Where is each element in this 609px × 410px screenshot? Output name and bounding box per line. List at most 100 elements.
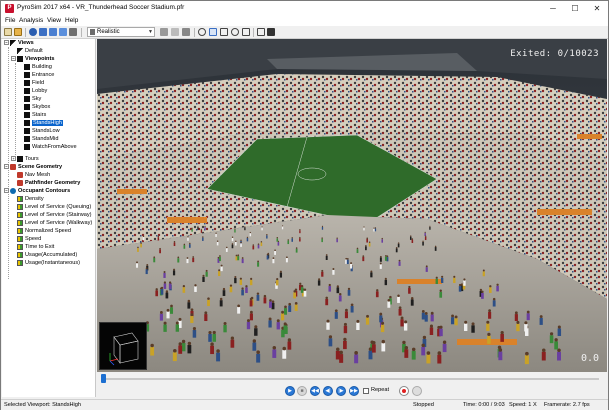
agent-head: [175, 321, 179, 325]
tree-contour-item[interactable]: Speed: [17, 235, 41, 243]
agent-body: [321, 238, 323, 243]
agent-body: [424, 236, 427, 241]
play-button[interactable]: ▶: [285, 386, 295, 396]
agent-head: [157, 235, 160, 238]
collapse-icon[interactable]: −: [4, 164, 9, 170]
tree-contour-item[interactable]: Level of Service (Walkway): [17, 219, 92, 227]
orbit-icon[interactable]: [198, 28, 206, 36]
tree-viewpoints[interactable]: − Viewpoints: [11, 55, 54, 63]
agent-body: [375, 291, 379, 298]
agent-head: [269, 299, 272, 302]
tree-tours[interactable]: + Tours: [11, 155, 39, 163]
collapse-icon[interactable]: −: [4, 188, 9, 194]
tree-contour-item[interactable]: Usage(Accumulated): [17, 251, 77, 259]
agent-head: [256, 292, 260, 295]
menu-analysis[interactable]: Analysis: [19, 17, 43, 24]
agent-head: [266, 253, 269, 256]
tree-pathfinder-geometry[interactable]: Pathfinder Geometry: [17, 179, 80, 187]
outline-toggle-icon[interactable]: [182, 28, 190, 36]
agent-head: [379, 262, 382, 265]
agent-head: [137, 246, 139, 249]
agent-body: [458, 286, 462, 292]
timeline-slider[interactable]: [103, 378, 599, 380]
maximize-button[interactable]: ☐: [564, 1, 586, 16]
agent-head: [356, 247, 359, 250]
agent-head: [155, 288, 158, 291]
agent-head: [163, 281, 167, 284]
rewind-button[interactable]: ◀◀: [310, 386, 320, 396]
tree-viewpoint-field[interactable]: Field: [24, 79, 44, 87]
tree-contour-item[interactable]: Usage(Instantaneous): [17, 259, 80, 267]
camera-icon[interactable]: [267, 28, 275, 36]
fast-forward-button[interactable]: ▶▶: [349, 386, 359, 396]
agent-body: [356, 249, 359, 254]
minimize-button[interactable]: ─: [542, 1, 564, 16]
agent-head: [421, 309, 425, 313]
zoom-icon[interactable]: [231, 28, 239, 36]
tree-viewpoint-standsmid[interactable]: StandsMid: [24, 135, 58, 143]
tree-viewpoint-skybox[interactable]: Skybox: [24, 103, 50, 111]
3d-viewport[interactable]: Exited: 0/10023 0.0: [97, 39, 607, 372]
tree-viewpoint-watchfromabove[interactable]: WatchFromAbove: [24, 143, 77, 151]
tree-scene-geometry[interactable]: − Scene Geometry: [4, 163, 62, 171]
agent-body: [429, 327, 434, 335]
contour-icon: [17, 203, 23, 210]
new-file-icon[interactable]: [4, 28, 12, 36]
orientation-cube: [99, 322, 147, 370]
tree-viewpoint-stairs[interactable]: Stairs: [24, 111, 46, 119]
walk-mode-icon[interactable]: [29, 28, 37, 36]
geometry-toggle-icon[interactable]: [160, 28, 168, 36]
tree-viewpoint-standshigh[interactable]: StandsHigh: [24, 119, 63, 127]
tree-contour-item[interactable]: Time to Exit: [17, 243, 54, 251]
step-back-button[interactable]: ◀|: [323, 386, 333, 396]
tree-nav-mesh[interactable]: Nav Mesh: [17, 171, 50, 179]
agent-body: [215, 233, 217, 237]
render-mode-select[interactable]: Realistic ▼: [87, 27, 155, 37]
tree-contour-item[interactable]: Level of Service (Queuing): [17, 203, 91, 211]
menu-view[interactable]: View: [47, 17, 61, 24]
view-iso-icon[interactable]: [69, 28, 77, 36]
tree-contour-item[interactable]: Density: [17, 195, 44, 203]
tree-viewpoint-standslow[interactable]: StandsLow: [24, 127, 60, 135]
tree-contour-item[interactable]: Level of Service (Stairway): [17, 211, 92, 219]
open-folder-icon[interactable]: [14, 28, 22, 36]
agent-head: [464, 320, 468, 324]
menu-help[interactable]: Help: [65, 17, 78, 24]
agent-head: [163, 321, 167, 325]
record-button[interactable]: [399, 386, 409, 396]
repeat-checkbox[interactable]: [363, 388, 369, 394]
select-arrow-icon[interactable]: [209, 28, 217, 36]
tree-occupant-contours[interactable]: − Occupant Contours: [4, 187, 70, 195]
close-button[interactable]: ✕: [586, 1, 608, 16]
timeline-thumb[interactable]: [101, 374, 106, 383]
move-icon[interactable]: [257, 28, 265, 36]
agent-body: [464, 323, 468, 332]
view-top-icon[interactable]: [39, 28, 47, 36]
view-side-icon[interactable]: [59, 28, 67, 36]
agent-body: [387, 301, 391, 308]
stop-button[interactable]: ■: [297, 386, 307, 396]
agent-body: [202, 276, 205, 282]
record-options-button[interactable]: [412, 386, 422, 396]
expand-icon[interactable]: +: [11, 156, 16, 162]
wireframe-toggle-icon[interactable]: [171, 28, 179, 36]
pan-icon[interactable]: [220, 28, 228, 36]
tree-contour-item[interactable]: Normalized Speed: [17, 227, 71, 235]
agent-body: [293, 292, 296, 299]
fly-icon[interactable]: [242, 28, 250, 36]
collapse-icon[interactable]: −: [11, 56, 16, 62]
agent-head: [363, 226, 365, 228]
toolbar-separator: [194, 28, 195, 37]
step-forward-button[interactable]: |▶: [336, 386, 346, 396]
tree-viewpoint-sky[interactable]: Sky: [24, 95, 41, 103]
tree-viewpoint-lobby[interactable]: Lobby: [24, 87, 47, 95]
collapse-icon[interactable]: −: [4, 40, 9, 46]
agent-head: [249, 297, 253, 301]
tree-viewpoint-building[interactable]: Building: [24, 63, 52, 71]
view-front-icon[interactable]: [49, 28, 57, 36]
menu-file[interactable]: File: [5, 17, 15, 24]
tree-default-view[interactable]: Default: [17, 47, 43, 55]
agent-head: [300, 285, 304, 288]
tree-views[interactable]: − Views: [4, 39, 34, 47]
tree-viewpoint-entrance[interactable]: Entrance: [24, 71, 54, 79]
